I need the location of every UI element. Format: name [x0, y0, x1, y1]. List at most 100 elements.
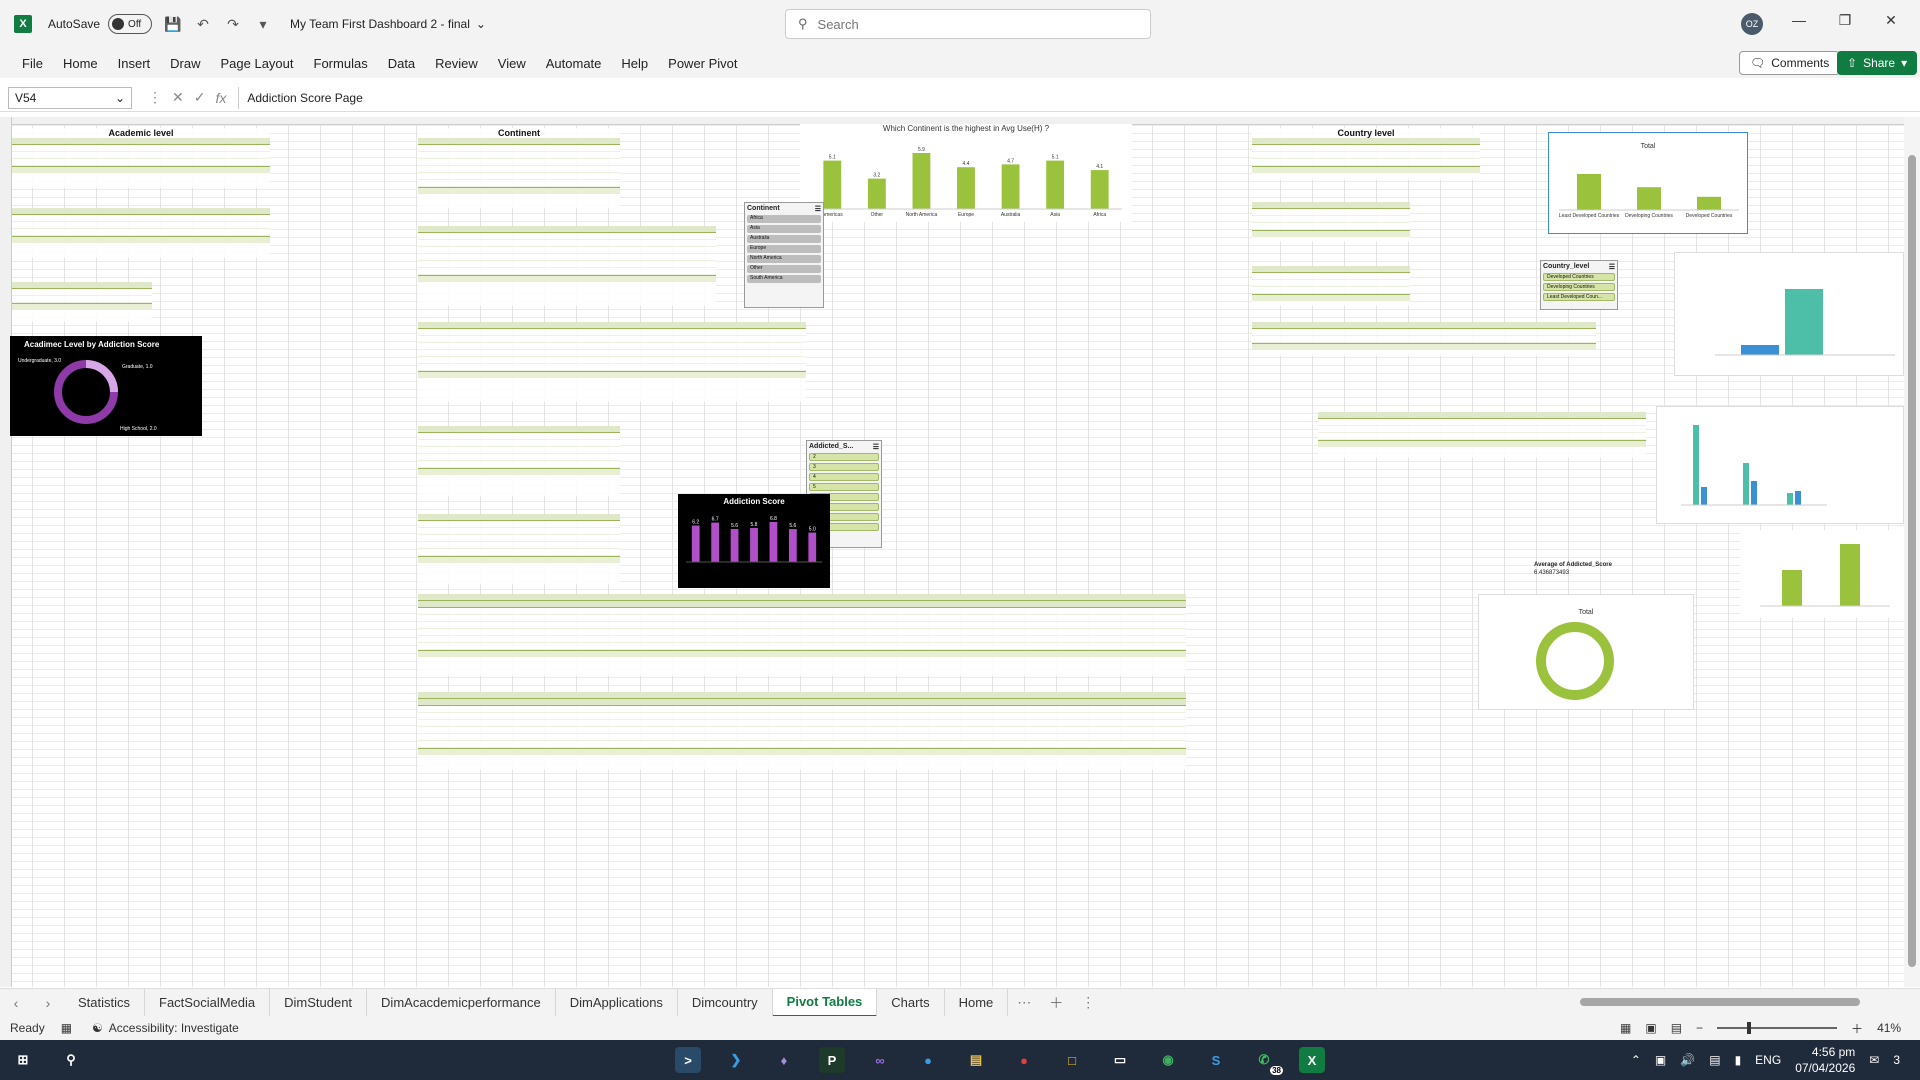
- pivot-sleep-detail[interactable]: [1318, 412, 1646, 458]
- zoom-level[interactable]: 41%: [1877, 1021, 1901, 1035]
- tab-view[interactable]: View: [488, 56, 536, 71]
- sheet-tab-dimcountry[interactable]: Dimcountry: [678, 988, 773, 1017]
- tab-power-pivot[interactable]: Power Pivot: [658, 56, 747, 71]
- file-explorer-icon[interactable]: ▤: [963, 1047, 989, 1073]
- vscode-icon[interactable]: ❯: [723, 1047, 749, 1073]
- sheet-tab-dimacademic[interactable]: DimAcacdemicperformance: [367, 988, 556, 1017]
- chart-students-developed[interactable]: [1674, 252, 1904, 376]
- minimize-icon[interactable]: —: [1776, 12, 1822, 28]
- slicer-item[interactable]: Asia: [747, 225, 821, 233]
- tab-insert[interactable]: Insert: [108, 56, 161, 71]
- sheet-tab-dimstudent[interactable]: DimStudent: [270, 988, 368, 1017]
- tab-file[interactable]: File: [12, 56, 53, 71]
- pivot-country-level[interactable]: Country level: [1252, 128, 1480, 180]
- row-headers[interactable]: [0, 117, 12, 987]
- sheet-tab-statistics[interactable]: Statistics: [64, 988, 146, 1017]
- slicer-item[interactable]: North America: [747, 255, 821, 263]
- more-icon[interactable]: ⋮: [148, 89, 162, 106]
- pivot-apps-continent[interactable]: [418, 594, 1186, 676]
- slicer-country-level[interactable]: Country_level ☰ Developed Countries Deve…: [1540, 260, 1618, 310]
- slicer-item[interactable]: 2: [809, 453, 879, 461]
- slicer-continent[interactable]: Continent ☰ Africa Asia Australia Europe…: [744, 202, 824, 308]
- terminal-icon[interactable]: >: [675, 1047, 701, 1073]
- more-icon[interactable]: ⋮: [1072, 994, 1104, 1011]
- search-box[interactable]: ⚲: [785, 9, 1151, 39]
- more-sheets-icon[interactable]: ⋯: [1008, 994, 1040, 1011]
- app-icon[interactable]: ●: [915, 1047, 941, 1073]
- visual-studio-icon[interactable]: ∞: [867, 1047, 893, 1073]
- restore-icon[interactable]: ❐: [1822, 12, 1868, 29]
- app-icon[interactable]: ●: [1011, 1047, 1037, 1073]
- whatsapp-icon[interactable]: ✆ 38: [1251, 1047, 1283, 1075]
- pivot-sleep-country[interactable]: [1252, 322, 1596, 356]
- filter-icon[interactable]: ☰: [815, 205, 821, 213]
- autosave-toggle[interactable]: Off: [108, 14, 153, 34]
- macro-icon[interactable]: ▦: [61, 1021, 72, 1035]
- slicer-item[interactable]: Other: [747, 265, 821, 273]
- slicer-item[interactable]: 3: [809, 463, 879, 471]
- add-sheet-icon[interactable]: ＋: [1040, 993, 1072, 1013]
- clock[interactable]: 4:56 pm 07/04/2026: [1795, 1044, 1855, 1076]
- scroll-thumb[interactable]: [1908, 155, 1916, 967]
- slicer-item[interactable]: 5: [809, 483, 879, 491]
- pivot-addicted-country[interactable]: [1252, 266, 1410, 306]
- page-layout-view-icon[interactable]: ▣: [1645, 1021, 1656, 1035]
- zoom-slider[interactable]: [1717, 1022, 1838, 1034]
- page-break-view-icon[interactable]: ▤: [1671, 1021, 1682, 1035]
- app-icon[interactable]: ♦: [771, 1047, 797, 1073]
- worksheet-grid[interactable]: [0, 117, 1904, 987]
- share-button[interactable]: ⇧ Share ▾: [1837, 51, 1918, 75]
- folder-icon[interactable]: □: [1059, 1047, 1085, 1073]
- app-icon[interactable]: S: [1203, 1047, 1229, 1073]
- chrome-icon[interactable]: ◉: [1155, 1047, 1181, 1073]
- tab-data[interactable]: Data: [378, 56, 425, 71]
- pivot-addicted-score[interactable]: [418, 514, 620, 584]
- sheet-tab-dimapplications[interactable]: DimApplications: [556, 988, 678, 1017]
- zoom-slider-knob[interactable]: [1747, 1022, 1752, 1034]
- slicer-item[interactable]: Least Developed Coun...: [1543, 293, 1615, 301]
- windows-start-icon[interactable]: ⊞: [10, 1047, 36, 1073]
- slicer-item[interactable]: South America: [747, 275, 821, 283]
- next-sheet-icon[interactable]: ›: [32, 995, 64, 1011]
- zoom-out-icon[interactable]: −: [1696, 1021, 1703, 1035]
- camera-icon[interactable]: ▣: [1655, 1053, 1666, 1067]
- pivot-avg-daily-usage[interactable]: [12, 282, 152, 322]
- chart-avg-addicted-donut[interactable]: Total: [1478, 594, 1694, 710]
- vertical-scrollbar[interactable]: [1904, 117, 1920, 987]
- chart-country-daily-usage[interactable]: Total Least Developed Countries Developin…: [1548, 132, 1748, 234]
- normal-view-icon[interactable]: ▦: [1620, 1021, 1631, 1035]
- excel-taskbar-icon[interactable]: X: [1299, 1047, 1325, 1073]
- tab-page-layout[interactable]: Page Layout: [211, 56, 304, 71]
- sheet-tab-pivot-tables[interactable]: Pivot Tables: [772, 988, 878, 1017]
- document-title[interactable]: My Team First Dashboard 2 - final ⌄: [290, 17, 486, 31]
- chart-academic-by-addiction[interactable]: Acadimec Level by Addiction Score Underg…: [10, 336, 202, 436]
- tab-draw[interactable]: Draw: [160, 56, 210, 71]
- save-icon[interactable]: 💾: [164, 16, 182, 33]
- customize-toolbar-icon[interactable]: ▾: [254, 16, 272, 33]
- undo-icon[interactable]: ↶: [194, 16, 212, 33]
- tab-formulas[interactable]: Formulas: [304, 56, 378, 71]
- pivot-student-continent[interactable]: [418, 226, 716, 306]
- horizontal-scroll-thumb[interactable]: [1580, 998, 1860, 1006]
- comments-button[interactable]: 🗨 Comments: [1739, 51, 1841, 75]
- sheet-tab-home[interactable]: Home: [945, 988, 1009, 1017]
- filter-icon[interactable]: ☰: [1609, 263, 1615, 271]
- notepad-icon[interactable]: ▭: [1107, 1047, 1133, 1073]
- pivot-academic-level[interactable]: Academic level: [12, 128, 270, 188]
- pivot-academic-detail[interactable]: [12, 208, 270, 258]
- slicer-item[interactable]: Developed Countries: [1543, 273, 1615, 281]
- chart-continent-avg-use[interactable]: Which Continent is the highest in Avg Us…: [800, 124, 1132, 222]
- network-icon[interactable]: ▤: [1709, 1053, 1720, 1067]
- language-indicator[interactable]: ENG: [1755, 1053, 1781, 1067]
- insert-function-icon[interactable]: fx: [215, 90, 226, 106]
- sheet-tab-charts[interactable]: Charts: [877, 988, 945, 1017]
- slicer-item[interactable]: Developing Countries: [1543, 283, 1615, 291]
- search-icon[interactable]: ⚲: [58, 1047, 84, 1073]
- redo-icon[interactable]: ↷: [224, 16, 242, 33]
- filter-icon[interactable]: ☰: [873, 443, 879, 451]
- slicer-item[interactable]: Europe: [747, 245, 821, 253]
- pycharm-icon[interactable]: P: [819, 1047, 845, 1073]
- tab-help[interactable]: Help: [611, 56, 658, 71]
- chart-sleep-country[interactable]: [1656, 406, 1904, 524]
- pivot-issues-triggered[interactable]: [418, 426, 620, 496]
